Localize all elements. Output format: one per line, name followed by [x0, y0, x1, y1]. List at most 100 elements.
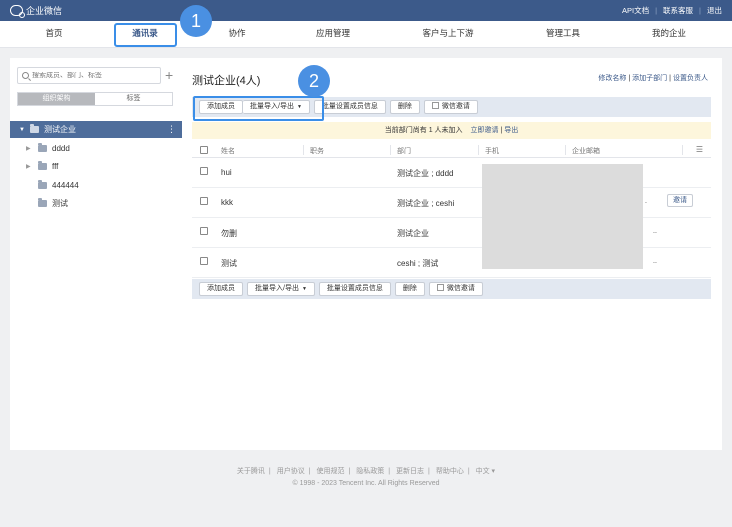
redacted-area [482, 164, 643, 269]
column-department: 部门 [397, 148, 411, 155]
add-icon[interactable]: + [165, 68, 173, 82]
footer-link-help[interactable]: 帮助中心 [436, 468, 464, 475]
footer-link-privacy[interactable]: 隐私政策 [356, 468, 384, 475]
invite-now-link[interactable]: 立即邀请 [471, 127, 499, 134]
import-export-button[interactable]: 批量导入/导出 ▼ [247, 282, 315, 296]
search-icon [22, 72, 29, 79]
column-name: 姓名 [221, 148, 235, 155]
top-links: API文档 | 联系客服 | 退出 [622, 5, 722, 16]
column-phone: 手机 [485, 148, 499, 155]
chat-bubble-icon [10, 5, 25, 18]
email-trail: .. [653, 228, 657, 235]
member-department: 测试企业 ; ceshi [397, 199, 455, 208]
main-nav: 首页 通讯录 协作 应用管理 客户与上下游 管理工具 我的企业 [0, 21, 732, 48]
nav-app-management[interactable]: 应用管理 [298, 27, 368, 39]
logout-link[interactable]: 退出 [707, 5, 722, 16]
tree-item-dddd[interactable]: ▶ dddd [26, 140, 70, 156]
page-title: 测试企业(4人) [192, 75, 261, 87]
app-name: 企业微信 [26, 6, 63, 16]
nav-my-company[interactable]: 我的企业 [634, 27, 704, 39]
add-member-button[interactable]: 添加成员 [199, 282, 243, 296]
unjoined-notice: 当前部门尚有 1 人未加入 立即邀请 | 导出 [192, 122, 711, 139]
footer-links: 关于腾讯 | 用户协议 | 使用规范 | 隐私政策 | 更新日志 | 帮助中心 | 中文 ▾ [236, 468, 496, 475]
member-name: 测试 [221, 259, 237, 268]
nav-collaboration[interactable]: 协作 [202, 27, 272, 39]
tree-item-label: fff [52, 161, 59, 171]
api-docs-link[interactable]: API文档 [622, 5, 649, 16]
row-checkbox[interactable] [200, 197, 208, 205]
wechat-invite-button[interactable]: 微信邀请 [428, 282, 483, 296]
footer-link-terms[interactable]: 用户协议 [277, 468, 305, 475]
caret-right-icon[interactable]: ▶ [26, 163, 33, 170]
highlight-box-toolbar [193, 96, 324, 121]
tree-item-label: dddd [52, 143, 70, 153]
member-department: ceshi ; 测试 [397, 259, 439, 268]
email-trail: .. [653, 258, 657, 265]
row-checkbox[interactable] [200, 227, 208, 235]
member-name: kkk [221, 198, 233, 207]
separator: | [655, 6, 658, 15]
footer-link-changelog[interactable]: 更新日志 [396, 468, 424, 475]
member-name: 勿删 [221, 229, 237, 238]
step-badge-1: 1 [180, 5, 212, 37]
search-input[interactable] [32, 72, 152, 79]
wechat-invite-button[interactable]: 微信邀请 [423, 100, 478, 114]
department-actions: 修改名称 | 添加子部门 | 设置负责人 [598, 75, 708, 82]
footer-link-rules[interactable]: 使用规范 [316, 468, 344, 475]
delete-button[interactable]: 删除 [389, 100, 420, 114]
set-manager-link[interactable]: 设置负责人 [673, 75, 708, 82]
row-checkbox[interactable] [200, 257, 208, 265]
tree-item-444444[interactable]: 444444 [26, 177, 79, 193]
member-name: hui [221, 168, 232, 177]
folder-icon [38, 160, 47, 170]
nav-home[interactable]: 首页 [19, 27, 89, 39]
folder-icon [38, 142, 47, 152]
batch-set-button[interactable]: 批量设置成员信息 [313, 100, 386, 114]
folder-icon [38, 179, 47, 189]
tab-org-structure[interactable]: 组织架构 [18, 93, 95, 105]
toolbar-bottom: 添加成员 批量导入/导出 ▼ 批量设置成员信息 删除 微信邀请 [192, 279, 711, 299]
export-link[interactable]: 导出 [504, 127, 518, 134]
row-checkbox[interactable] [200, 167, 208, 175]
select-all-checkbox[interactable] [200, 146, 208, 154]
add-subdepartment-link[interactable]: 添加子部门 [632, 75, 667, 82]
import-export-label: 批量导入/导出 [255, 285, 299, 292]
tree-root-label: 测试企业 [43, 125, 76, 134]
app-logo: 企业微信 [10, 4, 63, 18]
tree-item-fff[interactable]: ▶ fff [26, 158, 58, 174]
caret-right-icon[interactable]: ▶ [26, 145, 33, 152]
highlight-box-contacts [114, 23, 177, 47]
sidebar: + 组织架构 标签 ▼ 测试企业 ⋮ ▶ dddd ▶ fff 444444 测… [10, 58, 182, 450]
folder-icon [38, 197, 47, 207]
table-header: 姓名 职务 部门 手机 企业邮箱 ☰ [192, 142, 711, 158]
more-icon[interactable]: ⋮ [167, 124, 176, 135]
tree-item-label: 444444 [52, 180, 79, 190]
language-selector[interactable]: 中文 ▾ [476, 468, 495, 475]
column-settings-icon[interactable]: ☰ [696, 145, 703, 154]
member-department: 测试企业 [397, 229, 429, 238]
delete-button[interactable]: 删除 [394, 282, 425, 296]
column-title: 职务 [310, 148, 324, 155]
member-department: 测试企业 ; dddd [397, 169, 454, 178]
separator: | [699, 6, 701, 15]
invite-button[interactable]: 邀请 [667, 194, 693, 207]
batch-set-button[interactable]: 批量设置成员信息 [318, 282, 391, 296]
tree-root-item[interactable]: ▼ 测试企业 ⋮ [10, 121, 182, 138]
step-badge-2: 2 [298, 65, 330, 97]
notice-text: 当前部门尚有 1 人未加入 [384, 127, 463, 134]
caret-down-icon: ▼ [301, 286, 307, 292]
wechat-invite-label: 微信邀请 [446, 285, 475, 292]
rename-link[interactable]: 修改名称 [598, 75, 626, 82]
sidebar-tabs: 组织架构 标签 [17, 92, 173, 106]
search-box[interactable] [17, 67, 161, 84]
footer-link-about[interactable]: 关于腾讯 [237, 468, 265, 475]
qr-icon [431, 102, 439, 109]
tree-item-ceshi[interactable]: 测试 [26, 195, 68, 211]
contact-support-link[interactable]: 联系客服 [663, 5, 693, 16]
nav-customers[interactable]: 客户与上下游 [410, 27, 486, 39]
nav-tools[interactable]: 管理工具 [528, 27, 598, 39]
tab-tags[interactable]: 标签 [95, 93, 172, 105]
email-trail: . [645, 198, 647, 205]
caret-down-icon[interactable]: ▼ [19, 127, 25, 133]
tree-item-label: 测试 [52, 198, 68, 208]
